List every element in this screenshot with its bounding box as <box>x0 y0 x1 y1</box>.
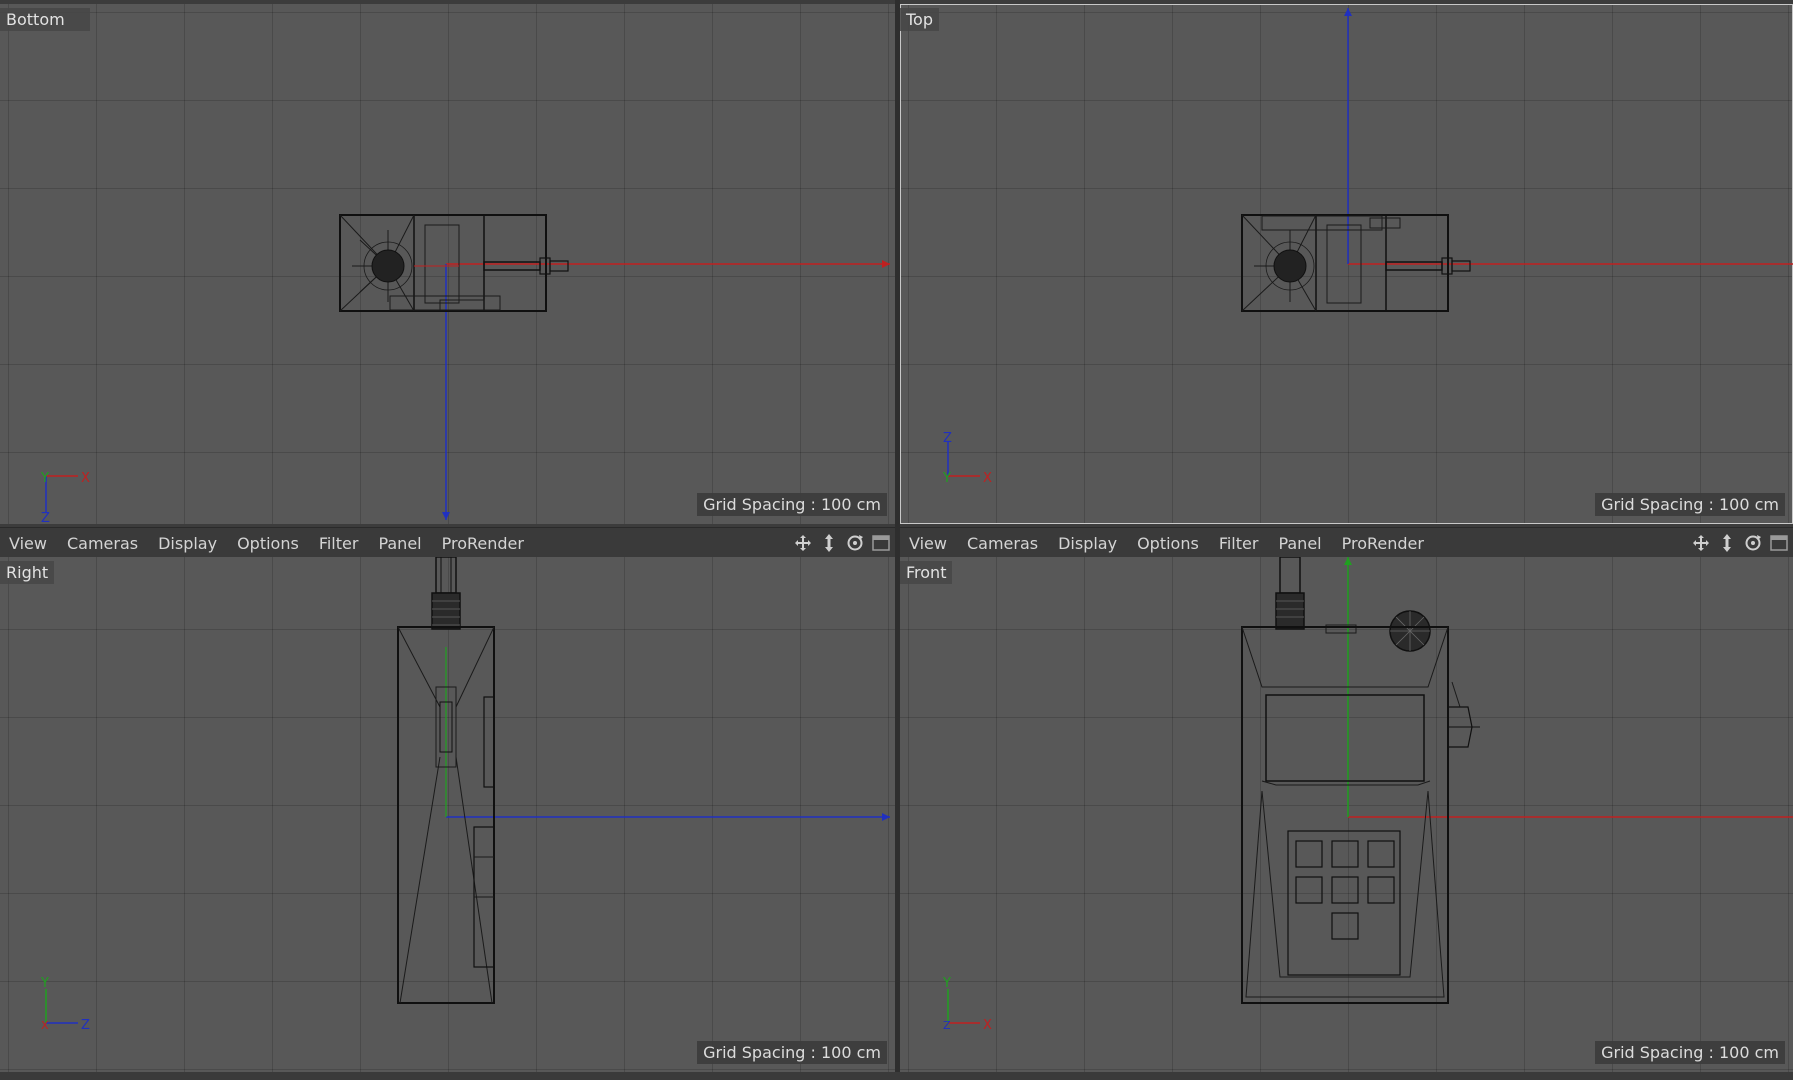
axis-label-depth: Z <box>41 511 50 524</box>
axis-label-h: Z <box>81 1018 90 1033</box>
right-view-wireframe: Y Z X <box>40 557 890 1033</box>
menu-cameras[interactable]: Cameras <box>57 534 148 553</box>
viewport-top[interactable]: Top X Z Y Grid Spacing : 100 cm <box>900 4 1793 524</box>
menu-view[interactable]: View <box>0 534 57 553</box>
menu-options[interactable]: Options <box>1127 534 1209 553</box>
rotate-view-icon[interactable] <box>1743 533 1763 553</box>
grid-spacing-label: Grid Spacing : 100 cm <box>697 493 887 516</box>
menu-display[interactable]: Display <box>1048 534 1127 553</box>
move-view-icon[interactable] <box>1691 533 1711 553</box>
viewport-menubar-right: View Cameras Display Options Filter Pane… <box>900 527 1793 559</box>
menu-prorender[interactable]: ProRender <box>1332 534 1434 553</box>
axis-label-h: X <box>983 471 992 486</box>
viewport-right[interactable]: Right Y Z X Grid Spacing : 100 cm <box>0 557 895 1072</box>
bottom-strip <box>0 1072 1793 1080</box>
menu-cameras[interactable]: Cameras <box>957 534 1048 553</box>
top-view-wireframe: X Z Y <box>942 8 1793 486</box>
menu-panel[interactable]: Panel <box>1268 534 1331 553</box>
menu-view[interactable]: View <box>900 534 957 553</box>
zoom-view-icon[interactable] <box>819 533 839 553</box>
menu-filter[interactable]: Filter <box>1209 534 1269 553</box>
grid-spacing-label: Grid Spacing : 100 cm <box>697 1041 887 1064</box>
menu-filter[interactable]: Filter <box>309 534 369 553</box>
viewport-bottom[interactable]: Bottom X Y Z Grid Spacing: 100 cm <box>0 4 895 524</box>
toggle-layout-icon[interactable] <box>871 533 891 553</box>
axis-label-depth: X <box>41 1019 49 1032</box>
rotate-view-icon[interactable] <box>845 533 865 553</box>
grid-spacing-label: Grid Spacing : 100 cm <box>1595 493 1785 516</box>
bottom-view-wireframe: X Y Z <box>40 214 890 524</box>
move-view-icon[interactable] <box>793 533 813 553</box>
axis-label-depth: Z <box>943 1019 951 1032</box>
axis-label-h: X <box>81 471 90 486</box>
menu-display[interactable]: Display <box>148 534 227 553</box>
axis-label-v: Y <box>40 976 49 991</box>
axis-label-v: Y <box>40 471 49 486</box>
menu-options[interactable]: Options <box>227 534 309 553</box>
grid-spacing-label: Grid Spacing : 100 cm <box>1595 1041 1785 1064</box>
viewport-menubar-left: View Cameras Display Options Filter Pane… <box>0 527 895 559</box>
toggle-layout-icon[interactable] <box>1769 533 1789 553</box>
axis-label-depth: Y <box>942 471 951 486</box>
axis-label-v: Y <box>942 976 951 991</box>
viewport-front[interactable]: Front Y X Z Grid Spacing: 100 cm <box>900 557 1793 1072</box>
viewport-divider[interactable] <box>895 0 900 1080</box>
front-view-wireframe: Y X Z <box>942 557 1793 1033</box>
zoom-view-icon[interactable] <box>1717 533 1737 553</box>
axis-label-v: Z <box>943 431 952 446</box>
menu-panel[interactable]: Panel <box>368 534 431 553</box>
menu-prorender[interactable]: ProRender <box>432 534 534 553</box>
axis-label-h: X <box>983 1018 992 1033</box>
